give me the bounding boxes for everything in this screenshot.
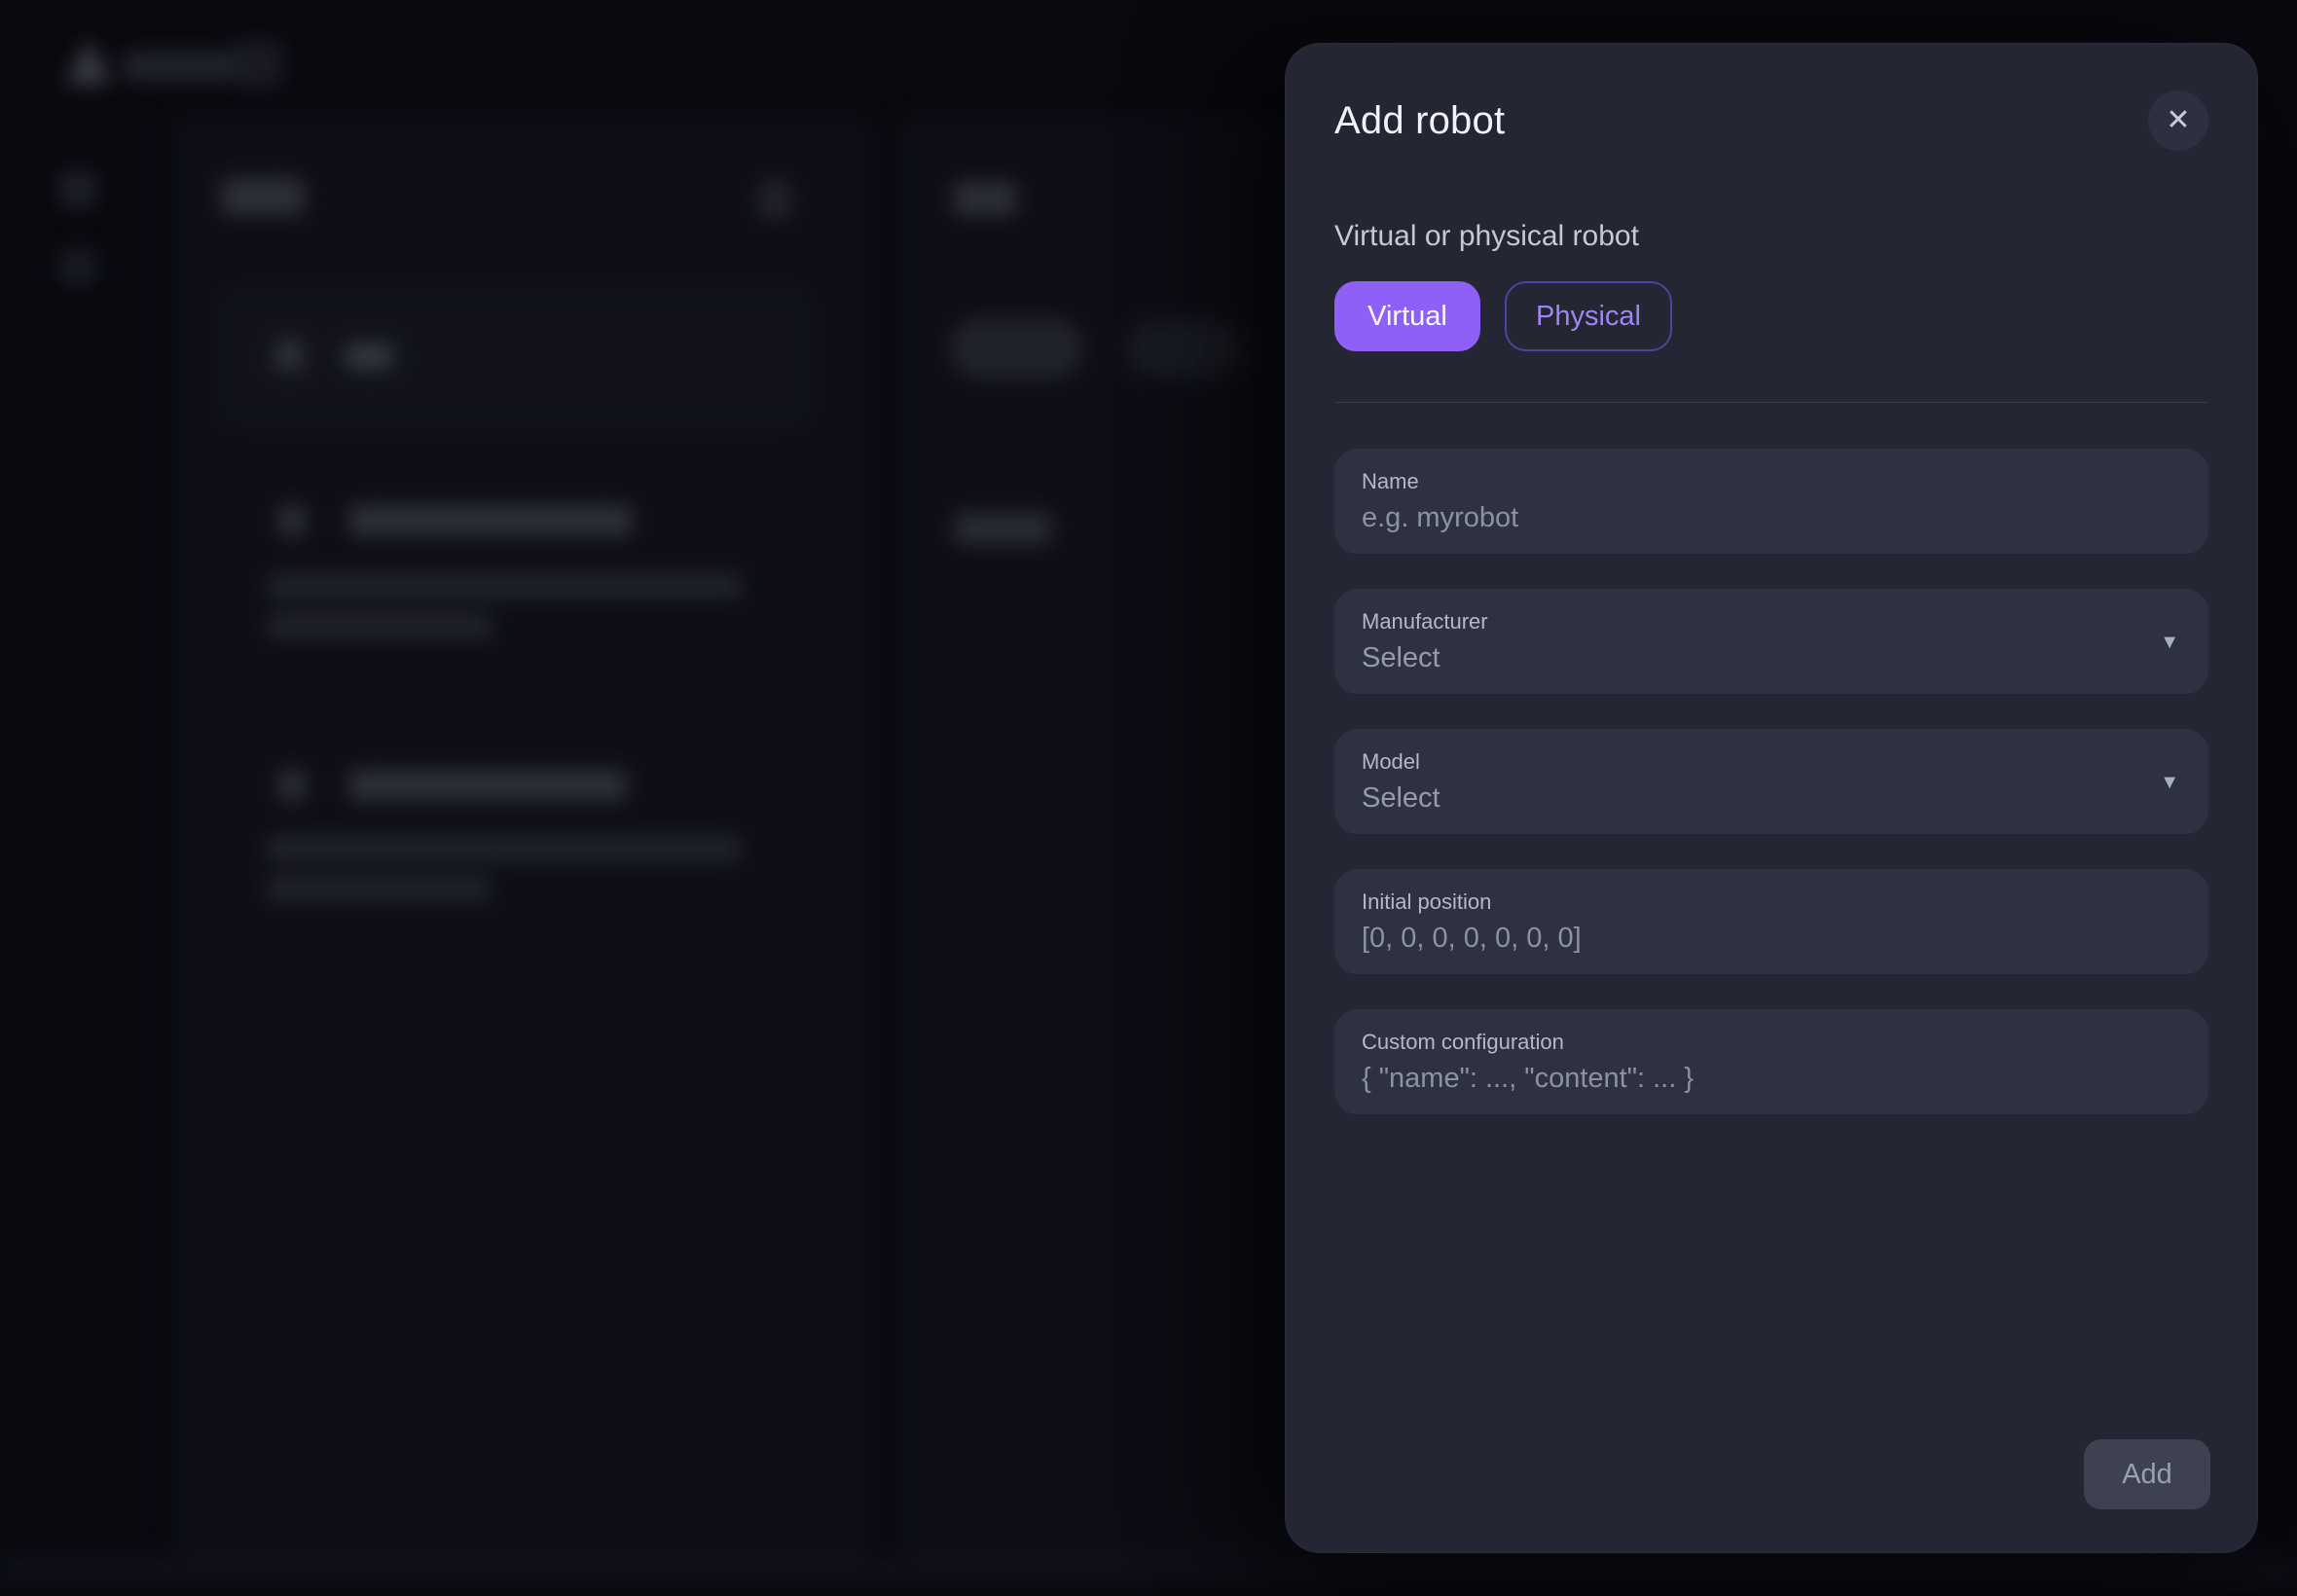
physical-button[interactable]: Physical	[1505, 281, 1672, 351]
form-fields: Name Manufacturer Select ▼ Model Select …	[1334, 449, 2208, 1114]
robot-type-label: Virtual or physical robot	[1334, 218, 2208, 255]
virtual-button[interactable]: Virtual	[1334, 281, 1480, 351]
name-field[interactable]: Name	[1334, 449, 2208, 554]
name-input[interactable]	[1362, 501, 2181, 534]
initial-position-input[interactable]	[1362, 922, 2181, 955]
model-select-value: Select	[1362, 781, 2181, 815]
manufacturer-select-value: Select	[1362, 641, 2181, 674]
model-select[interactable]: Model Select ▼	[1334, 729, 2208, 834]
close-button[interactable]: ✕	[2148, 91, 2208, 151]
divider	[1334, 402, 2208, 403]
initial-position-label: Initial position	[1362, 889, 2181, 915]
modal-title: Add robot	[1334, 97, 1505, 144]
modal-header: Add robot ✕	[1334, 91, 2208, 151]
custom-configuration-label: Custom configuration	[1362, 1030, 2181, 1055]
chevron-down-icon: ▼	[2160, 772, 2179, 794]
robot-type-toggle: Virtual Physical	[1334, 281, 2208, 351]
model-select-label: Model	[1362, 749, 2181, 775]
add-robot-modal: Add robot ✕ Virtual or physical robot Vi…	[1285, 43, 2258, 1553]
add-button[interactable]: Add	[2084, 1439, 2210, 1509]
manufacturer-select-label: Manufacturer	[1362, 609, 2181, 635]
name-field-label: Name	[1362, 469, 2181, 494]
custom-configuration-input[interactable]	[1362, 1062, 2181, 1095]
chevron-down-icon: ▼	[2160, 632, 2179, 654]
manufacturer-select[interactable]: Manufacturer Select ▼	[1334, 589, 2208, 694]
close-icon: ✕	[2166, 106, 2190, 135]
custom-configuration-field[interactable]: Custom configuration	[1334, 1009, 2208, 1114]
initial-position-field[interactable]: Initial position	[1334, 869, 2208, 974]
